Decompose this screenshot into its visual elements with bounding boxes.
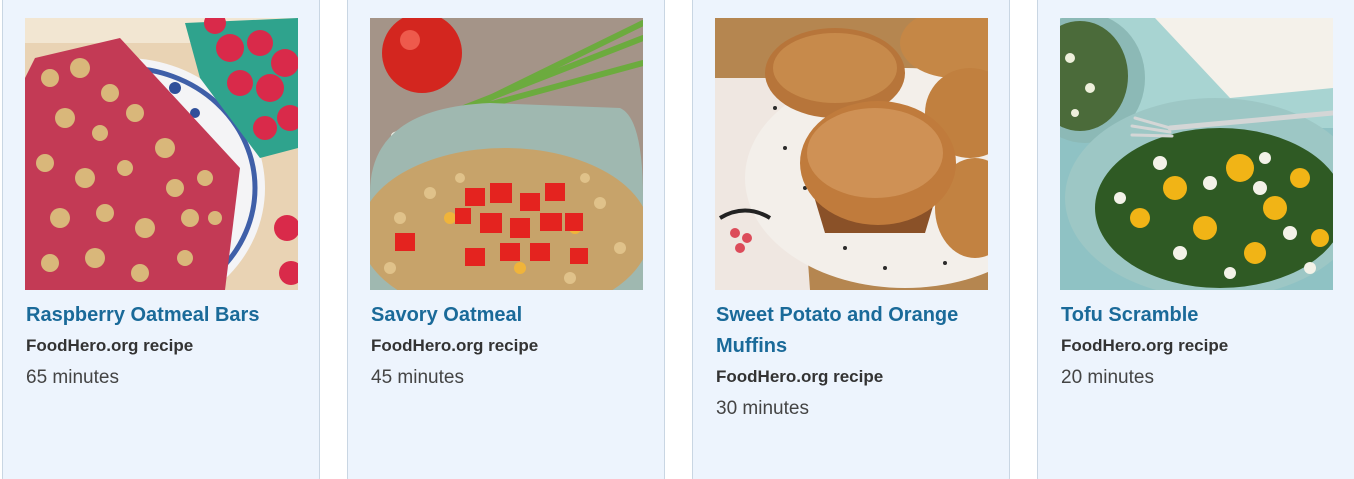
recipe-image-raspberry-oatmeal-bars[interactable]	[25, 18, 298, 290]
recipe-image-savory-oatmeal[interactable]	[370, 18, 643, 290]
recipe-title-link[interactable]: Tofu Scramble	[1061, 300, 1331, 331]
recipe-source: FoodHero.org recipe	[716, 367, 884, 386]
recipe-title-link[interactable]: Raspberry Oatmeal Bars	[26, 300, 296, 331]
recipe-source: FoodHero.org recipe	[1061, 336, 1229, 355]
savory-oatmeal-photo	[370, 18, 643, 290]
recipe-card-raspberry-oatmeal-bars[interactable]: Raspberry Oatmeal Bars FoodHero.org reci…	[2, 0, 320, 479]
tofu-scramble-photo	[1060, 18, 1333, 290]
recipe-card-grid: Raspberry Oatmeal Bars FoodHero.org reci…	[0, 0, 1354, 479]
recipe-card-sweet-potato-orange-muffins[interactable]: Sweet Potato and Orange Muffins FoodHero…	[692, 0, 1010, 479]
recipe-time: 30 minutes	[716, 398, 809, 419]
recipe-image-sweet-potato-orange-muffins[interactable]	[715, 18, 988, 290]
recipe-image-tofu-scramble[interactable]	[1060, 18, 1333, 290]
recipe-time: 20 minutes	[1061, 367, 1154, 388]
recipe-source: FoodHero.org recipe	[26, 336, 194, 355]
muffins-photo	[715, 18, 988, 290]
recipe-time: 65 minutes	[26, 367, 119, 388]
recipe-title-link[interactable]: Savory Oatmeal	[371, 300, 641, 331]
recipe-source: FoodHero.org recipe	[371, 336, 539, 355]
recipe-time: 45 minutes	[371, 367, 464, 388]
recipe-card-savory-oatmeal[interactable]: Savory Oatmeal FoodHero.org recipe 45 mi…	[347, 0, 665, 479]
recipe-title-link[interactable]: Sweet Potato and Orange Muffins	[716, 300, 986, 362]
raspberry-bars-photo	[25, 18, 298, 290]
recipe-card-tofu-scramble[interactable]: Tofu Scramble FoodHero.org recipe 20 min…	[1037, 0, 1354, 479]
